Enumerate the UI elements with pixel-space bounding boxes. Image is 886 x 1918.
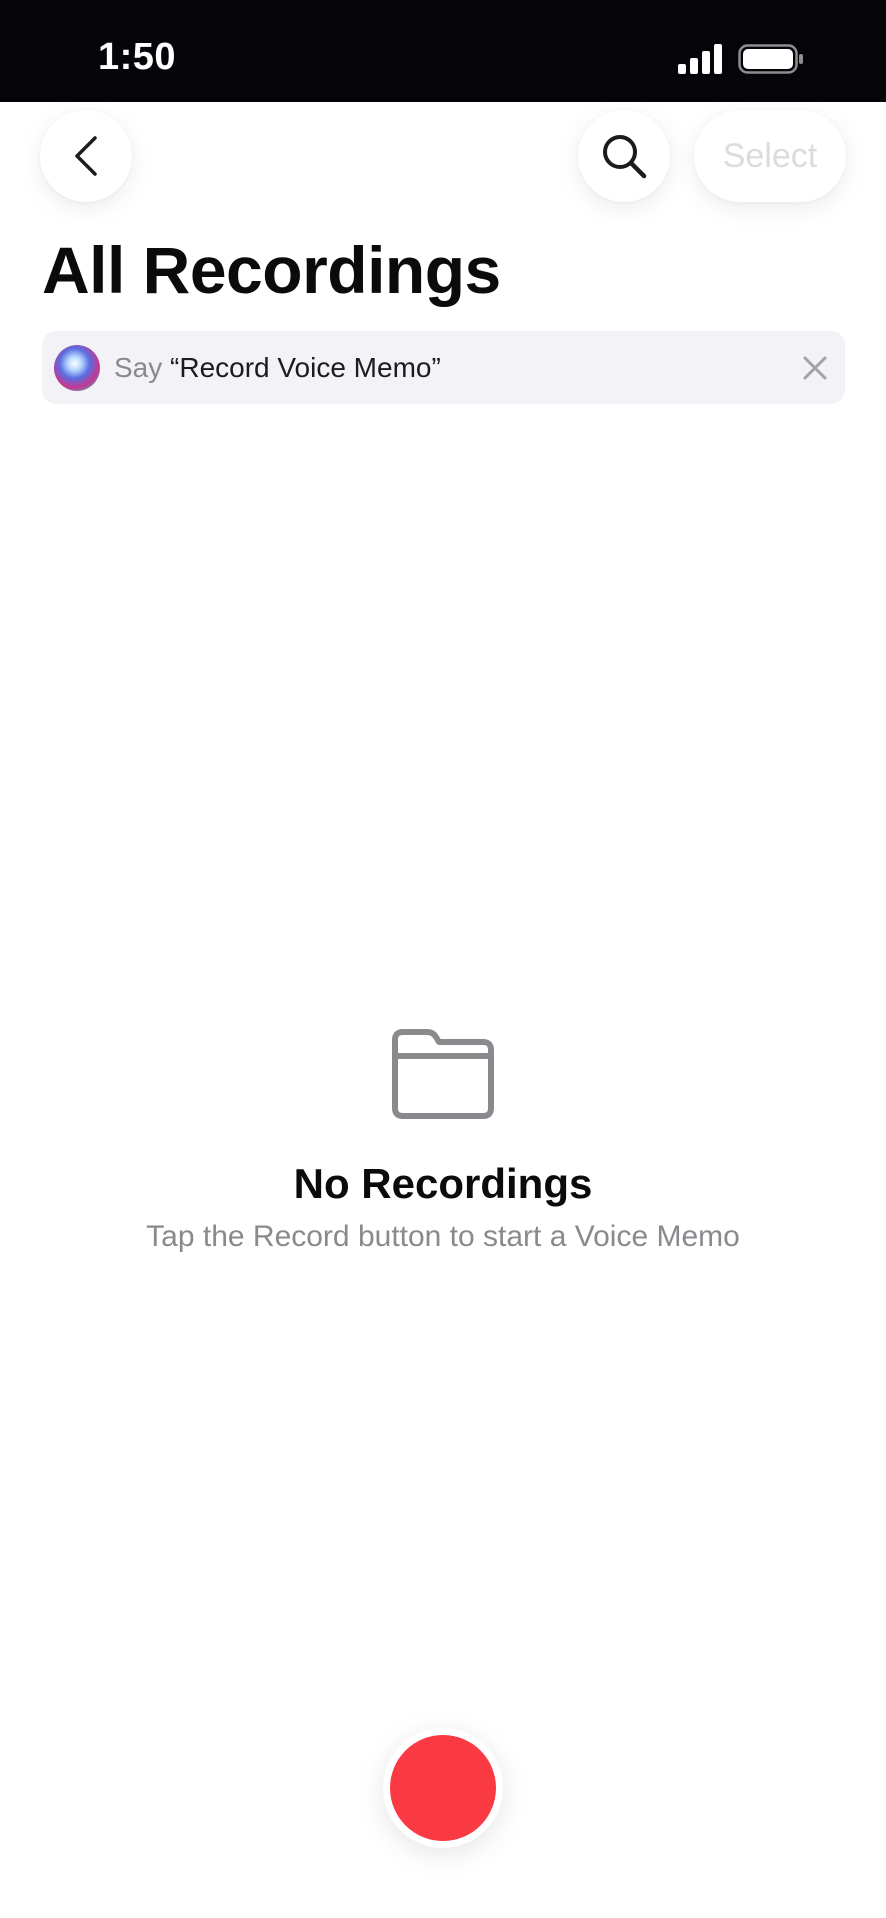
empty-state-title: No Recordings — [293, 1160, 593, 1207]
chevron-left-icon — [75, 136, 97, 176]
record-button[interactable] — [383, 1728, 503, 1848]
record-dot-icon — [390, 1735, 496, 1841]
back-button[interactable] — [40, 110, 132, 202]
magnifier-icon — [603, 135, 647, 179]
siri-suggestion-banner[interactable]: Say “Record Voice Memo” — [42, 331, 845, 404]
siri-orb-icon — [54, 345, 100, 391]
cellular-signal-icon — [678, 44, 722, 74]
voice-memos-screen: 1:50 Select All Recordings Say “Record V… — [0, 0, 886, 1918]
folder-icon — [392, 1029, 494, 1119]
select-button[interactable]: Select — [694, 110, 846, 202]
empty-state-subtitle: Tap the Record button to start a Voice M… — [146, 1220, 740, 1253]
close-icon[interactable] — [800, 353, 830, 383]
siri-suggestion-text: Say “Record Voice Memo” — [114, 352, 441, 384]
siri-prefix: Say — [114, 352, 171, 383]
battery-icon — [738, 44, 803, 74]
search-button[interactable] — [578, 110, 670, 202]
status-bar: 1:50 — [0, 0, 886, 102]
status-time: 1:50 — [98, 36, 177, 78]
page-title: All Recordings — [42, 233, 501, 307]
siri-phrase: “Record Voice Memo” — [170, 352, 441, 383]
